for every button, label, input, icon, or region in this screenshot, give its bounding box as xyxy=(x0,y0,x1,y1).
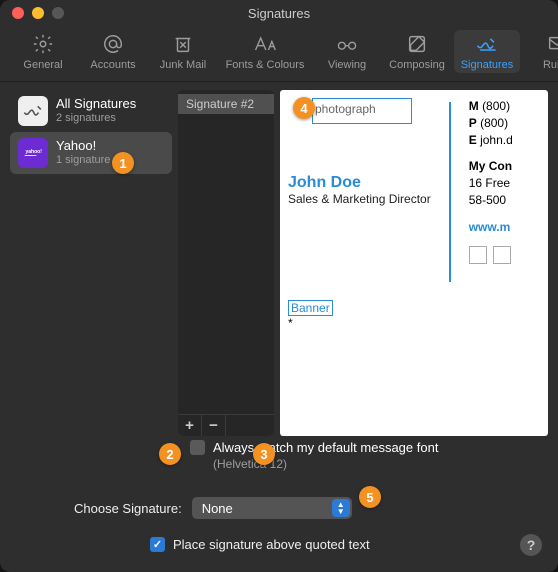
tab-label: General xyxy=(23,59,62,71)
chevron-up-down-icon: ▲▼ xyxy=(332,499,350,517)
place-above-checkbox[interactable]: ✓ xyxy=(150,537,165,552)
account-sub: 2 signatures xyxy=(56,112,136,125)
help-button[interactable]: ? xyxy=(520,534,542,556)
signatures-column: Signature #2 + − xyxy=(178,90,274,436)
match-font-checkbox[interactable] xyxy=(190,440,205,455)
match-font-label: Always match my default message font xyxy=(213,440,438,455)
preview-contact: M (800) P (800) E john.d My Con 16 Free … xyxy=(469,98,513,282)
account-name: All Signatures xyxy=(56,97,136,112)
place-above-label: Place signature above quoted text xyxy=(173,537,370,552)
footnote-star: * xyxy=(288,316,293,330)
compose-icon xyxy=(405,32,429,56)
at-icon xyxy=(101,32,125,56)
window-title: Signatures xyxy=(0,6,558,21)
yahoo-icon: yahoo! xyxy=(18,138,48,168)
preview-title: Sales & Marketing Director xyxy=(288,192,431,206)
tab-label: Signatures xyxy=(461,59,514,71)
social-placeholder xyxy=(493,246,511,264)
tab-junk-mail[interactable]: Junk Mail xyxy=(150,30,216,73)
photograph-placeholder[interactable]: photograph xyxy=(312,98,412,124)
tab-label: Junk Mail xyxy=(160,59,206,71)
rules-icon xyxy=(545,32,558,56)
account-sub: 1 signature xyxy=(56,154,110,167)
tab-rules[interactable]: Rules xyxy=(524,30,558,73)
accounts-column: All Signatures 2 signatures yahoo! Yahoo… xyxy=(10,90,172,436)
preferences-toolbar: General Accounts Junk Mail Fonts & Colou… xyxy=(0,26,558,82)
gear-icon xyxy=(31,32,55,56)
banner-placeholder[interactable]: Banner xyxy=(288,300,333,316)
match-font-sub: (Helvetica 12) xyxy=(213,457,548,471)
trash-icon xyxy=(171,32,195,56)
remove-signature-button[interactable]: − xyxy=(202,415,226,436)
titlebar: Signatures xyxy=(0,0,558,26)
tab-accounts[interactable]: Accounts xyxy=(80,30,146,73)
social-placeholder xyxy=(469,246,487,264)
tab-label: Rules xyxy=(543,59,558,71)
signature-list: Signature #2 xyxy=(178,90,274,414)
add-signature-button[interactable]: + xyxy=(178,415,202,436)
svg-text:yahoo!: yahoo! xyxy=(26,149,43,155)
font-icon xyxy=(253,32,277,56)
choose-signature-select[interactable]: None ▲▼ xyxy=(192,497,352,519)
signature-icon xyxy=(475,32,499,56)
tab-composing[interactable]: Composing xyxy=(384,30,450,73)
signature-preview[interactable]: photograph John Doe Sales & Marketing Di… xyxy=(280,90,548,436)
preview-name: John Doe xyxy=(288,174,431,192)
tab-general[interactable]: General xyxy=(10,30,76,73)
tab-label: Composing xyxy=(389,59,445,71)
tab-label: Viewing xyxy=(328,59,366,71)
account-all-signatures[interactable]: All Signatures 2 signatures xyxy=(10,90,172,132)
tab-fonts-colours[interactable]: Fonts & Colours xyxy=(220,30,310,73)
tab-label: Accounts xyxy=(90,59,135,71)
choose-signature-value: None xyxy=(202,501,233,516)
separator xyxy=(449,102,451,282)
tab-label: Fonts & Colours xyxy=(226,59,305,71)
signature-item[interactable]: Signature #2 xyxy=(178,94,274,114)
account-yahoo[interactable]: yahoo! Yahoo! 1 signature xyxy=(10,132,172,174)
account-name: Yahoo! xyxy=(56,139,110,154)
glasses-icon xyxy=(335,32,359,56)
signature-icon xyxy=(18,96,48,126)
tab-viewing[interactable]: Viewing xyxy=(314,30,380,73)
tab-signatures[interactable]: Signatures xyxy=(454,30,520,73)
choose-signature-label: Choose Signature: xyxy=(74,501,182,516)
